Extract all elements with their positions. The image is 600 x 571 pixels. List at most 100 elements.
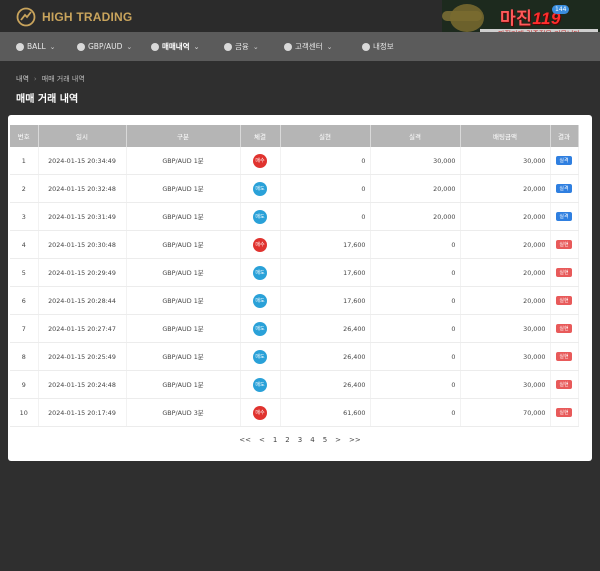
trade-history-card: 번호 일시 구분 체결 실현 실격 배팅금액 결과 1 2024-01-15 20:34:49 G… — [8, 115, 592, 461]
side-badge: 매도 — [253, 293, 267, 308]
column-header: 번호 — [10, 125, 39, 147]
cell-bet: 20,000 — [460, 258, 551, 287]
cell-type: GBP/AUD 1분 — [126, 286, 241, 315]
cell-time: 2024-01-15 20:30:48 — [38, 230, 127, 259]
column-header: 실현 — [280, 125, 371, 147]
cell-result: 실현 — [550, 342, 579, 371]
cell-time: 2024-01-15 20:28:44 — [38, 286, 127, 315]
support-icon — [284, 42, 292, 51]
table-row[interactable]: 5 2024-01-15 20:29:49 GBP/AUD 1분 매도 17,600 0 2… — [10, 258, 579, 287]
status-badge: 실현 — [556, 380, 572, 389]
chevron-down-icon: ⌄ — [126, 42, 133, 51]
cell-number: 4 — [10, 230, 39, 259]
nav-item-2[interactable]: 매매내역 ⌄ — [151, 32, 199, 61]
table-row[interactable]: 8 2024-01-15 20:25:49 GBP/AUD 1분 매도 26,400 0 3… — [10, 342, 579, 371]
cell-loss: 0 — [370, 342, 461, 371]
cell-loss: 0 — [370, 258, 461, 287]
breadcrumb: 내역 › 매매 거래 내역 — [16, 74, 85, 84]
cell-number: 8 — [10, 342, 39, 371]
side-badge: 매수 — [253, 237, 267, 252]
cell-result: 실격 — [550, 202, 579, 231]
cell-result: 실현 — [550, 286, 579, 315]
chevron-down-icon: ⌄ — [49, 42, 56, 51]
side-badge: 매도 — [253, 181, 267, 196]
table-row[interactable]: 1 2024-01-15 20:34:49 GBP/AUD 1분 매수 0 30,000 3… — [10, 147, 579, 175]
column-header: 배팅금액 — [460, 125, 551, 147]
cell-type: GBP/AUD 3분 — [126, 398, 241, 427]
status-badge: 실현 — [556, 296, 572, 305]
breadcrumb-root[interactable]: 내역 — [16, 75, 29, 83]
nav-item-3[interactable]: 금융 ⌄ — [224, 32, 259, 61]
table-row[interactable]: 9 2024-01-15 20:24:48 GBP/AUD 1분 매도 26,400 0 3… — [10, 370, 579, 399]
cell-result: 실격 — [550, 147, 579, 175]
breadcrumb-current: 매매 거래 내역 — [41, 75, 85, 83]
cell-result: 실현 — [550, 314, 579, 343]
ball-icon — [16, 42, 24, 51]
cell-time: 2024-01-15 20:32:48 — [38, 174, 127, 203]
chart-icon — [151, 42, 159, 51]
page-link[interactable]: 4 — [310, 436, 314, 444]
cell-realized: 17,600 — [280, 286, 371, 315]
main-nav: BALL ⌄ GBP/AUD ⌄ 매매내역 ⌄ 금융 ⌄ 고객센터 ⌄ 내정보 — [0, 32, 600, 61]
cell-bet: 20,000 — [460, 174, 551, 203]
page-link[interactable]: 3 — [298, 436, 302, 444]
column-header: 체결 — [240, 125, 281, 147]
page-link[interactable]: << — [239, 436, 251, 444]
table-row[interactable]: 7 2024-01-15 20:27:47 GBP/AUD 1분 매도 26,400 0 3… — [10, 314, 579, 343]
cell-loss: 20,000 — [370, 202, 461, 231]
cell-number: 5 — [10, 258, 39, 287]
currency-icon — [77, 42, 85, 51]
cell-number: 7 — [10, 314, 39, 343]
cell-loss: 30,000 — [370, 147, 461, 175]
cell-loss: 0 — [370, 370, 461, 399]
page-link[interactable]: >> — [349, 436, 361, 444]
cell-realized: 26,400 — [280, 370, 371, 399]
status-badge: 실격 — [556, 156, 572, 165]
cell-side: 매수 — [240, 398, 281, 427]
cell-realized: 61,600 — [280, 398, 371, 427]
page-link[interactable]: < — [259, 436, 265, 444]
brand-name: HIGH TRADING — [42, 10, 133, 24]
cell-side: 매도 — [240, 314, 281, 343]
cell-side: 매도 — [240, 202, 281, 231]
table-row[interactable]: 4 2024-01-15 20:30:48 GBP/AUD 1분 매수 17,600 0 2… — [10, 230, 579, 259]
column-header: 결과 — [550, 125, 579, 147]
chevron-down-icon: ⌄ — [193, 42, 200, 51]
nav-item-4[interactable]: 고객센터 ⌄ — [284, 32, 332, 61]
banner-title-text: 마진 — [500, 9, 533, 28]
page-link[interactable]: 1 — [273, 436, 277, 444]
nav-item-1[interactable]: GBP/AUD ⌄ — [77, 32, 132, 61]
table-row[interactable]: 2 2024-01-15 20:32:48 GBP/AUD 1분 매도 0 20,000 2… — [10, 174, 579, 203]
nav-item-label: BALL — [27, 42, 46, 51]
page-link[interactable]: 5 — [323, 436, 327, 444]
side-badge: 매도 — [253, 349, 267, 364]
side-badge: 매도 — [253, 209, 267, 224]
cell-result: 실격 — [550, 174, 579, 203]
cell-time: 2024-01-15 20:25:49 — [38, 342, 127, 371]
cell-time: 2024-01-15 20:17:49 — [38, 398, 127, 427]
page-link[interactable]: > — [335, 436, 341, 444]
nav-item-5[interactable]: 내정보 — [362, 32, 394, 61]
table-row[interactable]: 6 2024-01-15 20:28:44 GBP/AUD 1분 매도 17,600 0 2… — [10, 286, 579, 315]
cell-realized: 17,600 — [280, 258, 371, 287]
side-badge: 매수 — [253, 153, 267, 168]
cell-type: GBP/AUD 1분 — [126, 258, 241, 287]
nav-item-label: 내정보 — [373, 42, 394, 51]
cell-type: GBP/AUD 1분 — [126, 314, 241, 343]
brand-logo[interactable]: HIGH TRADING — [16, 7, 132, 27]
cell-type: GBP/AUD 1분 — [126, 147, 241, 175]
table-row[interactable]: 10 2024-01-15 20:17:49 GBP/AUD 3분 매수 61,600 0… — [10, 398, 579, 427]
nav-item-0[interactable]: BALL ⌄ — [16, 32, 56, 61]
pagination: << <1 2 3 4 5 > >> — [8, 436, 592, 444]
cell-number: 3 — [10, 202, 39, 231]
cell-bet: 30,000 — [460, 314, 551, 343]
cell-number: 10 — [10, 398, 39, 427]
cell-time: 2024-01-15 20:24:48 — [38, 370, 127, 399]
column-header: 일시 — [38, 125, 127, 147]
cell-type: GBP/AUD 1분 — [126, 174, 241, 203]
page-link[interactable]: 2 — [285, 436, 289, 444]
cell-bet: 20,000 — [460, 202, 551, 231]
cell-realized: 26,400 — [280, 342, 371, 371]
table-row[interactable]: 3 2024-01-15 20:31:49 GBP/AUD 1분 매도 0 20,000 2… — [10, 202, 579, 231]
page-title: 매매 거래 내역 — [16, 94, 79, 105]
